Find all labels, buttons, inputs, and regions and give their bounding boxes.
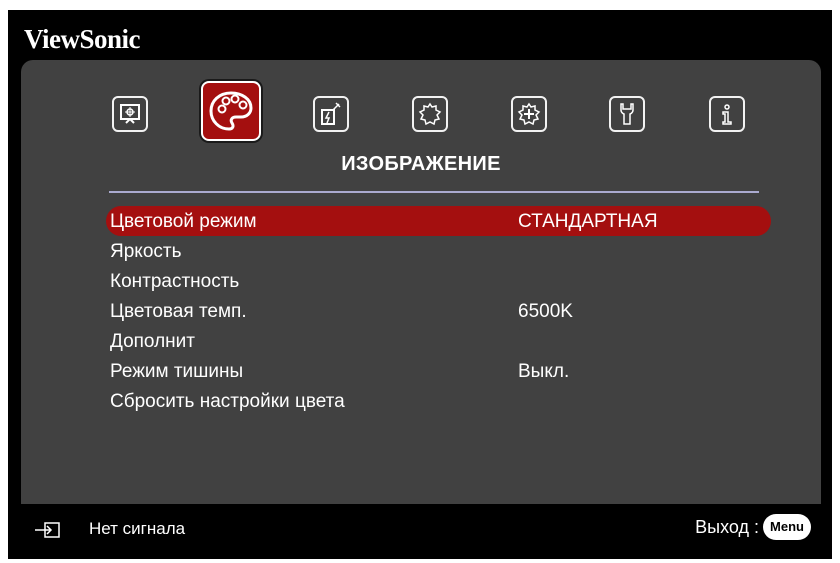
menu-item-color-temp[interactable]: Цветовая темп. 6500K [106,296,771,326]
section-title: ИЗОБРАЖЕНИЕ [341,153,501,175]
tab-image[interactable] [201,81,261,141]
menu-item-value: СТАНДАРТНАЯ [518,211,658,232]
menu-item-label: Цветовая темп. [110,301,247,322]
input-source-icon [35,522,60,538]
menu-item-label: Сбросить настройки цвета [110,391,345,412]
menu-item-brightness[interactable]: Яркость [106,236,771,266]
brand-logo: ViewSonic [24,24,141,54]
tab-management[interactable] [609,96,645,132]
menu-item-label: Контрастность [110,271,240,292]
menu-item-quiet-mode[interactable]: Режим тишины Выкл. [106,356,771,386]
tab-advanced[interactable] [511,96,547,132]
menu-item-advanced[interactable]: Дополнит [106,326,771,356]
palette-icon [209,91,253,131]
tab-settings[interactable] [412,96,448,132]
tab-display[interactable] [112,96,148,132]
gear-plus-icon [517,102,541,126]
menu-item-value: 6500K [518,301,573,322]
menu-item-reset-color[interactable]: Сбросить настройки цвета [106,386,771,416]
menu-item-color-mode[interactable]: Цветовой режим СТАНДАРТНАЯ [106,206,771,236]
menu-item-label: Дополнит [110,331,195,352]
projector-osd: ViewSonic ИЗОБРАЖЕНИЕ Цветовой режим СТА… [8,10,832,559]
menu-button[interactable]: Menu [763,514,811,540]
tab-power[interactable] [313,96,349,132]
status-bar: Нет сигнала Выход : Menu [21,510,821,550]
power-source-icon [321,102,341,125]
tab-information[interactable] [709,96,745,132]
menu-item-contrast[interactable]: Контрастность [106,266,771,296]
gear-icon [418,102,442,126]
title-divider [109,191,759,193]
display-icon [120,104,140,124]
wrench-icon [620,103,634,125]
signal-status: Нет сигнала [89,519,186,538]
menu-item-label: Яркость [110,241,182,262]
menu-item-label: Цветовой режим [110,211,257,232]
info-icon [722,104,732,125]
menu-item-value: Выкл. [518,361,570,382]
exit-label: Выход : [695,517,759,537]
menu-item-label: Режим тишины [110,361,244,382]
menu-panel: ИЗОБРАЖЕНИЕ Цветовой режим СТАНДАРТНАЯ Я… [21,60,821,504]
